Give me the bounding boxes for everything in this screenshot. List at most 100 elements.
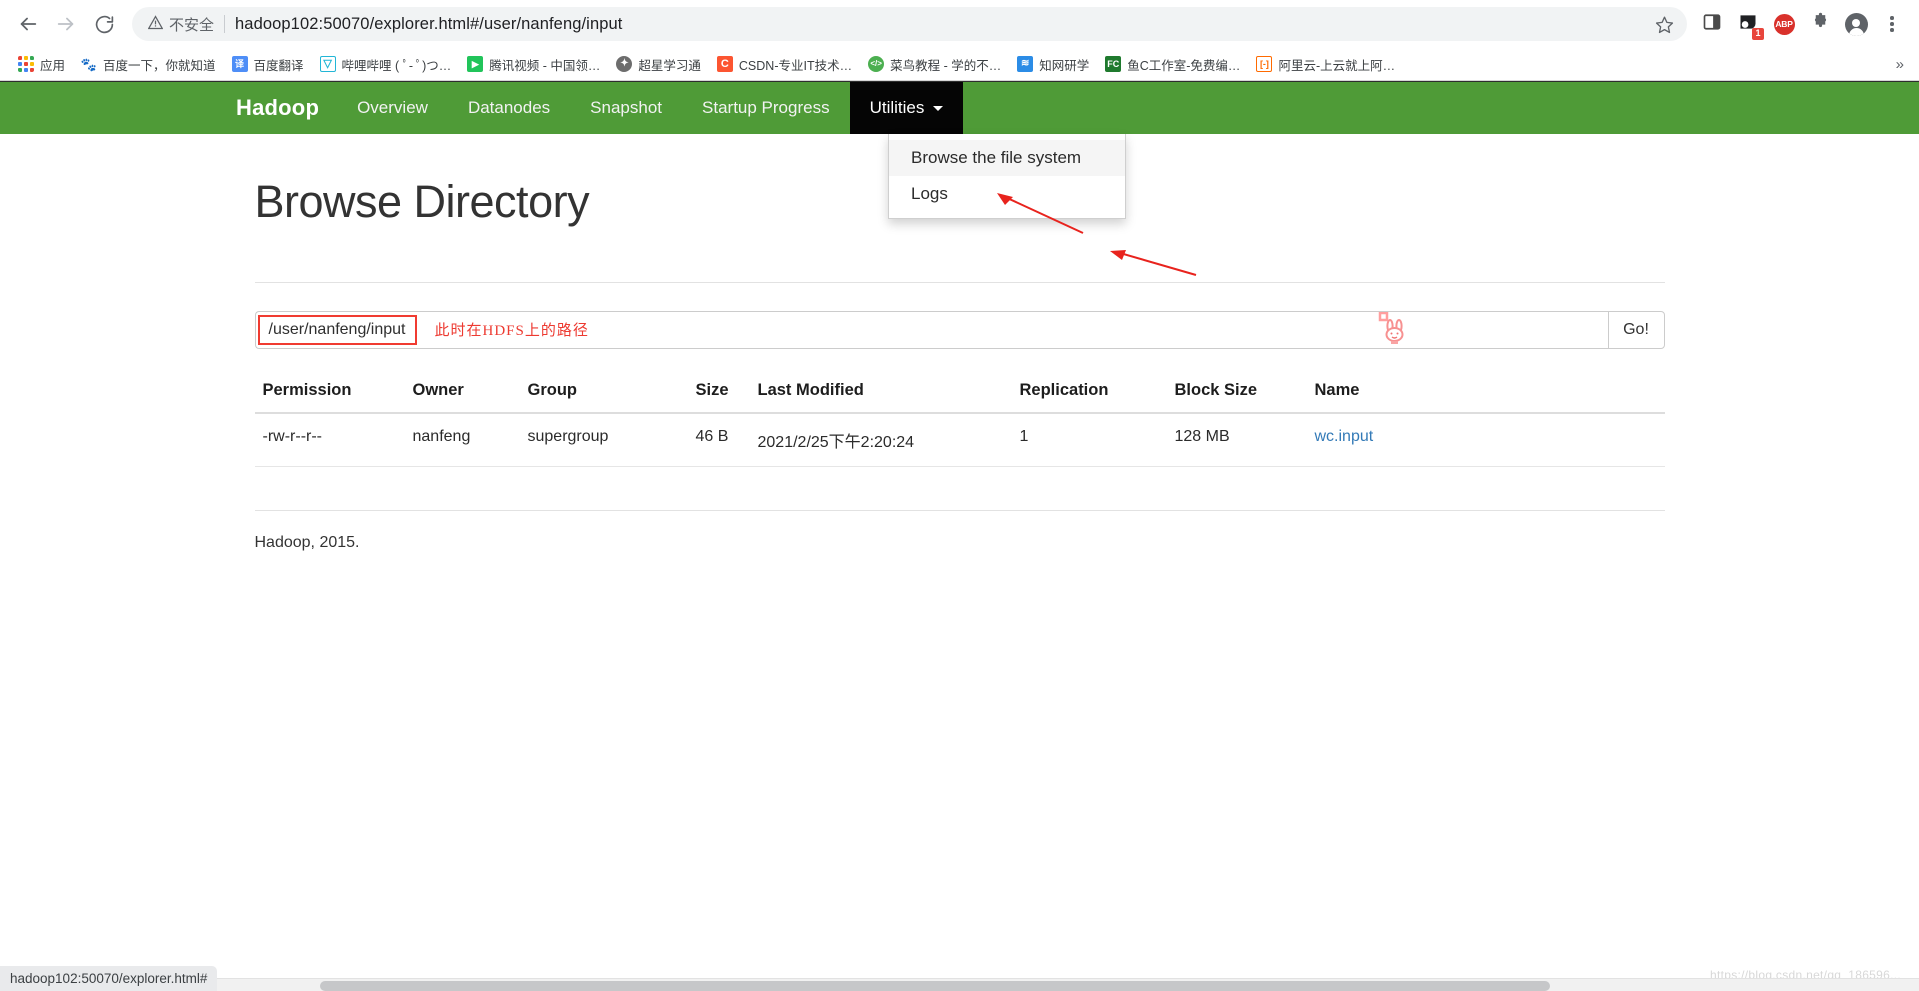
status-bar: hadoop102:50070/explorer.html# xyxy=(0,966,218,991)
column-header-replication[interactable]: Replication xyxy=(1011,370,1167,414)
bookmark-label: 超星学习通 xyxy=(638,58,701,73)
forward-button[interactable] xyxy=(48,6,84,42)
bookmark-label: 应用 xyxy=(40,58,66,73)
bookmarks-overflow-button[interactable]: » xyxy=(1889,54,1911,75)
baidu-translate-icon: 译 xyxy=(231,56,248,72)
bookmark-baidu[interactable]: 🐾 百度一下，你就知道 xyxy=(73,52,224,77)
apps-grid-icon xyxy=(18,56,34,72)
nav-item-snapshot[interactable]: Snapshot xyxy=(570,82,682,134)
brand-hadoop[interactable]: Hadoop xyxy=(236,82,337,134)
file-link-wc-input[interactable]: wc.input xyxy=(1315,428,1374,445)
bookmark-label: 腾讯视频 - 中国领… xyxy=(489,58,601,73)
address-bar[interactable]: 不安全 hadoop102:50070/explorer.html#/user/… xyxy=(132,7,1687,41)
bookmark-label: 菜鸟教程 - 学的不… xyxy=(890,58,1002,73)
page-content: Hadoop Overview Datanodes Snapshot Start… xyxy=(0,81,1919,991)
nav-item-utilities-label: Utilities xyxy=(869,98,925,117)
nav-item-startup-progress[interactable]: Startup Progress xyxy=(682,82,850,134)
side-panel-icon xyxy=(1703,13,1721,36)
path-form: /user/nanfeng/input 此时在HDFS上的路径 Go! xyxy=(254,310,1665,349)
nav-item-datanodes[interactable]: Datanodes xyxy=(448,82,570,134)
bookmark-csdn[interactable]: C CSDN-专业IT技术… xyxy=(709,52,860,77)
cell-block-size: 128 MB xyxy=(1166,412,1307,467)
bilibili-icon: ▽ xyxy=(319,56,336,72)
extension-1-button[interactable]: 1 xyxy=(1731,7,1765,41)
security-label: 不安全 xyxy=(169,16,215,34)
sidepanel-button[interactable] xyxy=(1695,7,1729,41)
bookmark-label: 阿里云-上云就上阿… xyxy=(1278,58,1396,73)
adblock-plus-button[interactable]: ABP xyxy=(1767,7,1801,41)
dropdown-item-logs[interactable]: Logs xyxy=(889,176,1125,212)
back-arrow-icon xyxy=(17,13,39,35)
chrome-menu-button[interactable] xyxy=(1875,7,1909,41)
profile-button[interactable] xyxy=(1839,7,1873,41)
bookmark-chaoxing[interactable]: ✦ 超星学习通 xyxy=(608,52,709,77)
table-header-row: Permission Owner Group Size Last Modifie… xyxy=(254,370,1665,414)
cell-replication: 1 xyxy=(1011,412,1167,467)
reload-button[interactable] xyxy=(86,6,122,42)
puzzle-piece-icon xyxy=(1811,12,1830,36)
runoob-icon: </> xyxy=(868,56,885,72)
file-listing-table: Permission Owner Group Size Last Modifie… xyxy=(254,370,1665,467)
scrollbar-thumb[interactable] xyxy=(320,981,1550,991)
extensions-menu-button[interactable] xyxy=(1803,7,1837,41)
cell-permission: -rw-r--r-- xyxy=(254,412,405,467)
bookmark-tencent-video[interactable]: ▶ 腾讯视频 - 中国领… xyxy=(459,52,608,77)
bookmark-fishc[interactable]: FC 鱼C工作室-免费编… xyxy=(1097,52,1248,77)
path-input[interactable]: /user/nanfeng/input xyxy=(257,314,417,345)
column-header-permission[interactable]: Permission xyxy=(254,370,405,414)
csdn-icon: C xyxy=(716,56,733,72)
forward-arrow-icon xyxy=(55,13,77,35)
url-text[interactable]: hadoop102:50070/explorer.html#/user/nanf… xyxy=(235,15,1649,34)
bookmark-label: CSDN-专业IT技术… xyxy=(738,58,853,73)
bookmarks-bar: 应用 🐾 百度一下，你就知道 译 百度翻译 ▽ 哔哩哔哩 ( ﾟ- ﾟ)つ… ▶… xyxy=(0,48,1919,80)
dropdown-item-browse-file-system[interactable]: Browse the file system xyxy=(889,140,1125,176)
title-divider xyxy=(254,281,1665,283)
bookmark-runoob[interactable]: </> 菜鸟教程 - 学的不… xyxy=(860,52,1009,77)
security-indicator[interactable]: 不安全 xyxy=(147,14,215,35)
nav-item-overview[interactable]: Overview xyxy=(337,82,448,134)
column-header-name[interactable]: Name xyxy=(1306,370,1665,414)
bookmark-apps[interactable]: 应用 xyxy=(10,52,73,77)
chevron-down-icon xyxy=(933,105,944,111)
column-header-owner[interactable]: Owner xyxy=(404,370,520,414)
bookmark-star-icon[interactable] xyxy=(1649,9,1679,39)
bookmark-label: 鱼C工作室-免费编… xyxy=(1127,58,1241,73)
bookmark-aliyun[interactable]: [-] 阿里云-上云就上阿… xyxy=(1248,52,1403,77)
bunny-sticker-icon xyxy=(1378,311,1412,346)
baidu-icon: 🐾 xyxy=(81,56,98,72)
bookmark-label: 知网研学 xyxy=(1039,58,1090,73)
reload-icon xyxy=(94,14,115,35)
cell-owner: nanfeng xyxy=(404,412,520,467)
chaoxing-icon: ✦ xyxy=(616,56,633,72)
bookmark-baidu-translate[interactable]: 译 百度翻译 xyxy=(224,52,312,77)
utilities-dropdown: Browse the file system Logs xyxy=(888,134,1126,219)
omnibox-divider xyxy=(224,15,226,33)
bookmark-cnki[interactable]: ≋ 知网研学 xyxy=(1009,52,1097,77)
path-annotation-note: 此时在HDFS上的路径 xyxy=(434,323,589,339)
bookmark-label: 百度一下，你就知道 xyxy=(103,58,216,73)
column-header-block-size[interactable]: Block Size xyxy=(1166,370,1307,414)
cnki-icon: ≋ xyxy=(1017,56,1034,72)
footer-text: Hadoop, 2015. xyxy=(254,533,360,551)
avatar-icon xyxy=(1844,12,1868,36)
cell-size: 46 B xyxy=(687,412,750,467)
cell-group: supergroup xyxy=(519,412,688,467)
cell-last-modified: 2021/2/25下午2:20:24 xyxy=(749,412,1012,467)
go-button[interactable]: Go! xyxy=(1607,310,1665,349)
browser-chrome: 不安全 hadoop102:50070/explorer.html#/user/… xyxy=(0,0,1919,81)
aliyun-icon: [-] xyxy=(1256,56,1273,72)
cell-name: wc.input xyxy=(1306,412,1665,467)
extension-badge-count: 1 xyxy=(1752,28,1764,40)
column-header-group[interactable]: Group xyxy=(519,370,688,414)
bookmark-bilibili[interactable]: ▽ 哔哩哔哩 ( ﾟ- ﾟ)つ… xyxy=(312,52,460,77)
bookmark-label: 哔哩哔哩 ( ﾟ- ﾟ)つ… xyxy=(341,58,452,73)
nav-item-utilities[interactable]: Utilities xyxy=(849,82,964,134)
table-row: -rw-r--r-- nanfeng supergroup 46 B 2021/… xyxy=(254,412,1665,467)
warning-triangle-icon xyxy=(147,14,164,34)
column-header-size[interactable]: Size xyxy=(687,370,750,414)
kebab-menu-icon xyxy=(1890,16,1894,32)
back-button[interactable] xyxy=(10,6,46,42)
horizontal-scrollbar[interactable] xyxy=(0,978,1919,991)
bookmark-label: 百度翻译 xyxy=(253,58,304,73)
column-header-last-modified[interactable]: Last Modified xyxy=(749,370,1012,414)
